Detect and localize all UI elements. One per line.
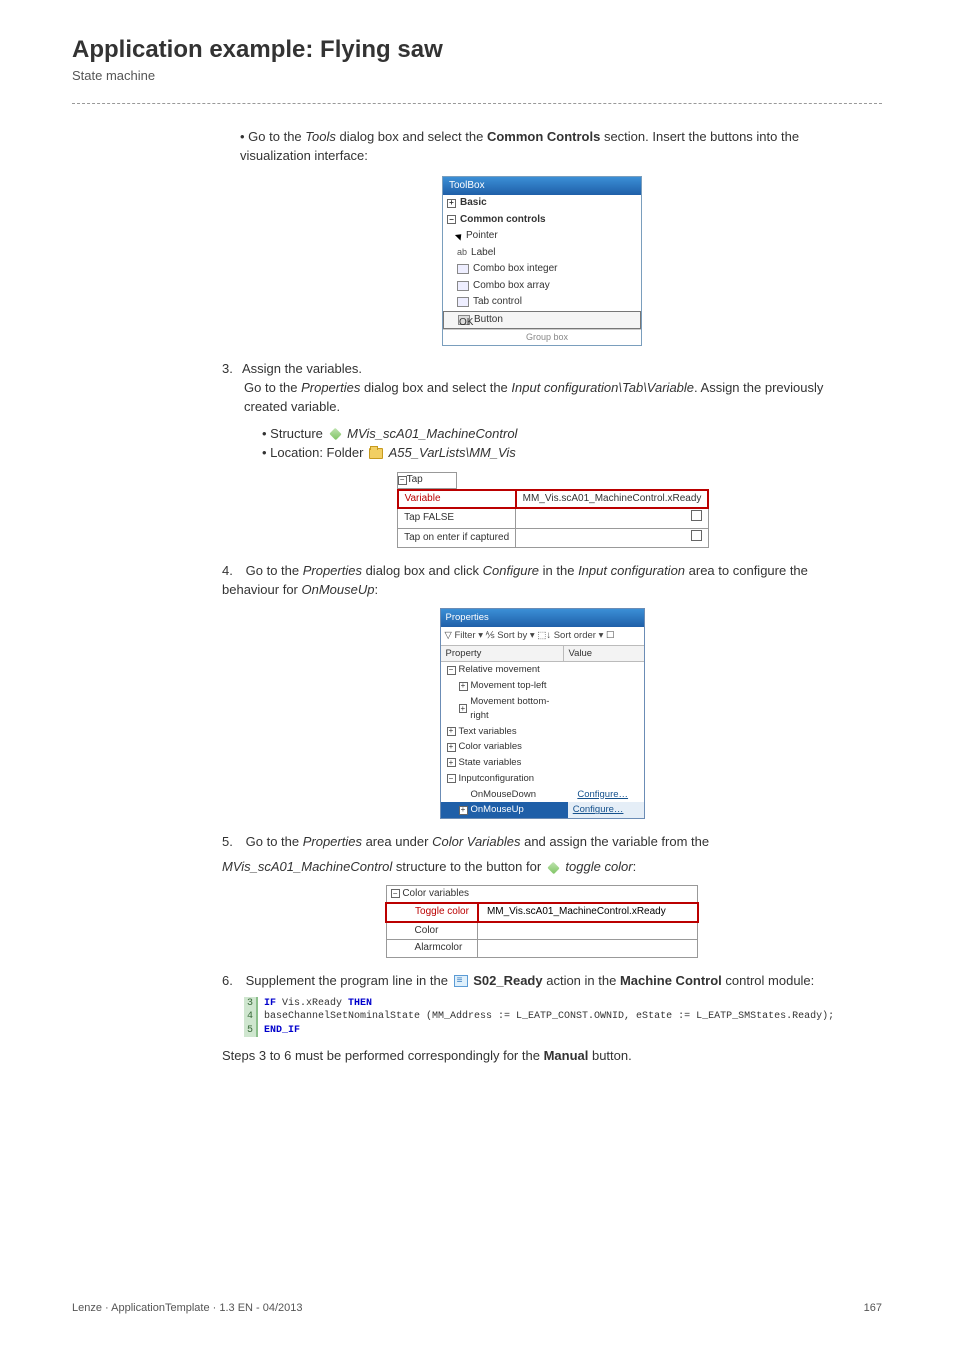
folder-icon — [369, 448, 383, 459]
configure-link[interactable]: Configure… — [577, 789, 628, 800]
step-5: 5. Go to the Properties area under Color… — [222, 833, 862, 958]
toolbox-panel: ToolBox +Basic −Common controls Pointer … — [442, 176, 642, 347]
prop-inputconfiguration[interactable]: −Inputconfiguration — [441, 771, 564, 787]
collapse-icon[interactable]: − — [398, 476, 407, 485]
properties-panel: Properties ▽ Filter ▾ ⅍ Sort by ▾ ⬚↓ Sor… — [440, 608, 645, 819]
prop-onmousedown[interactable]: OnMouseDown — [441, 787, 573, 803]
intro-bullet-item: Go to the Tools dialog box and select th… — [240, 128, 862, 166]
footer-page-number: 167 — [864, 1302, 882, 1314]
tab-icon — [457, 297, 469, 307]
properties-header-row: PropertyValue — [441, 646, 644, 663]
toolbox-group-basic[interactable]: +Basic — [443, 195, 641, 212]
prop-movement-bottom-right[interactable]: +Movement bottom-right — [441, 694, 568, 724]
page-subtitle: State machine — [72, 68, 882, 83]
expand-icon[interactable]: + — [447, 199, 456, 208]
toolbox-item-combo-int[interactable]: Combo box integer — [443, 261, 641, 278]
tap-false-checkbox[interactable] — [691, 510, 702, 521]
prop-color-variables[interactable]: +Color variables — [441, 739, 564, 755]
toolbox-group-common[interactable]: −Common controls — [443, 212, 641, 229]
toolbox-item-button[interactable]: OKButton — [443, 311, 641, 330]
code-block: 3IF Vis.xReady THEN 4 baseChannelSetNomi… — [244, 997, 862, 1038]
toggle-color-label: Toggle color — [386, 903, 478, 922]
tap-enter-checkbox[interactable] — [691, 530, 702, 541]
structure-icon — [547, 861, 559, 873]
step3-bullet-location: Location: Folder A55_VarLists\MM_Vis — [262, 444, 862, 463]
intro-bullet: Go to the Tools dialog box and select th… — [222, 128, 862, 166]
tap-variable-label: Variable — [398, 490, 516, 509]
collapse-icon[interactable]: − — [391, 889, 400, 898]
toolbox-title: ToolBox — [443, 177, 641, 196]
toolbox-item-groupbox[interactable]: Group box — [443, 329, 641, 345]
combobox-icon — [457, 264, 469, 274]
pointer-icon — [455, 232, 464, 241]
properties-toolbar[interactable]: ▽ Filter ▾ ⅍ Sort by ▾ ⬚↓ Sort order ▾ ☐ — [441, 627, 644, 646]
step-6: 6. Supplement the program line in the S0… — [222, 972, 862, 1066]
toolbox-item-label[interactable]: abLabel — [443, 245, 641, 262]
action-icon — [454, 975, 468, 987]
footer: Lenze · ApplicationTemplate · 1.3 EN - 0… — [72, 1302, 882, 1314]
page-title: Application example: Flying saw — [72, 36, 882, 64]
structure-icon — [329, 428, 341, 440]
tap-false-label: Tap FALSE — [398, 508, 516, 528]
prop-text-variables[interactable]: +Text variables — [441, 724, 564, 740]
toolbox-item-tab[interactable]: Tab control — [443, 294, 641, 311]
toggle-color-value[interactable]: MM_Vis.scA01_MachineControl.xReady — [478, 903, 698, 922]
collapse-icon[interactable]: − — [447, 215, 456, 224]
toolbox-item-combo-arr[interactable]: Combo box array — [443, 278, 641, 295]
content-area: Go to the Tools dialog box and select th… — [72, 128, 882, 1066]
prop-state-variables[interactable]: +State variables — [441, 755, 564, 771]
configure-link[interactable]: Configure… — [573, 804, 624, 815]
step3-bullet-structure: Structure MVis_scA01_MachineControl — [262, 425, 862, 444]
prop-onmouseup[interactable]: +OnMouseUp — [441, 802, 568, 818]
step3-para: Go to the Properties dialog box and sele… — [244, 379, 862, 417]
divider — [72, 103, 882, 104]
color-label: Color — [386, 922, 478, 940]
tap-enter-label: Tap on enter if captured — [398, 528, 516, 548]
toolbox-item-pointer[interactable]: Pointer — [443, 228, 641, 245]
tap-variable-value[interactable]: MM_Vis.scA01_MachineControl.xReady — [516, 490, 709, 509]
label-icon: ab — [457, 246, 467, 259]
prop-relative-movement[interactable]: −Relative movement — [441, 662, 564, 678]
combobox-icon — [457, 281, 469, 291]
alarmcolor-label: Alarmcolor — [386, 940, 478, 958]
step-3: 3.Assign the variables. Go to the Proper… — [222, 360, 862, 548]
properties-title: Properties — [441, 609, 644, 627]
tap-table: −Tap VariableMM_Vis.scA01_MachineControl… — [397, 472, 710, 548]
color-variables-table: − Color variables Toggle colorMM_Vis.scA… — [385, 885, 699, 958]
button-icon: OK — [458, 315, 470, 325]
footer-left: Lenze · ApplicationTemplate · 1.3 EN - 0… — [72, 1302, 303, 1314]
step-4: 4. Go to the Properties dialog box and c… — [222, 562, 862, 819]
prop-movement-top-left[interactable]: +Movement top-left — [441, 678, 568, 694]
